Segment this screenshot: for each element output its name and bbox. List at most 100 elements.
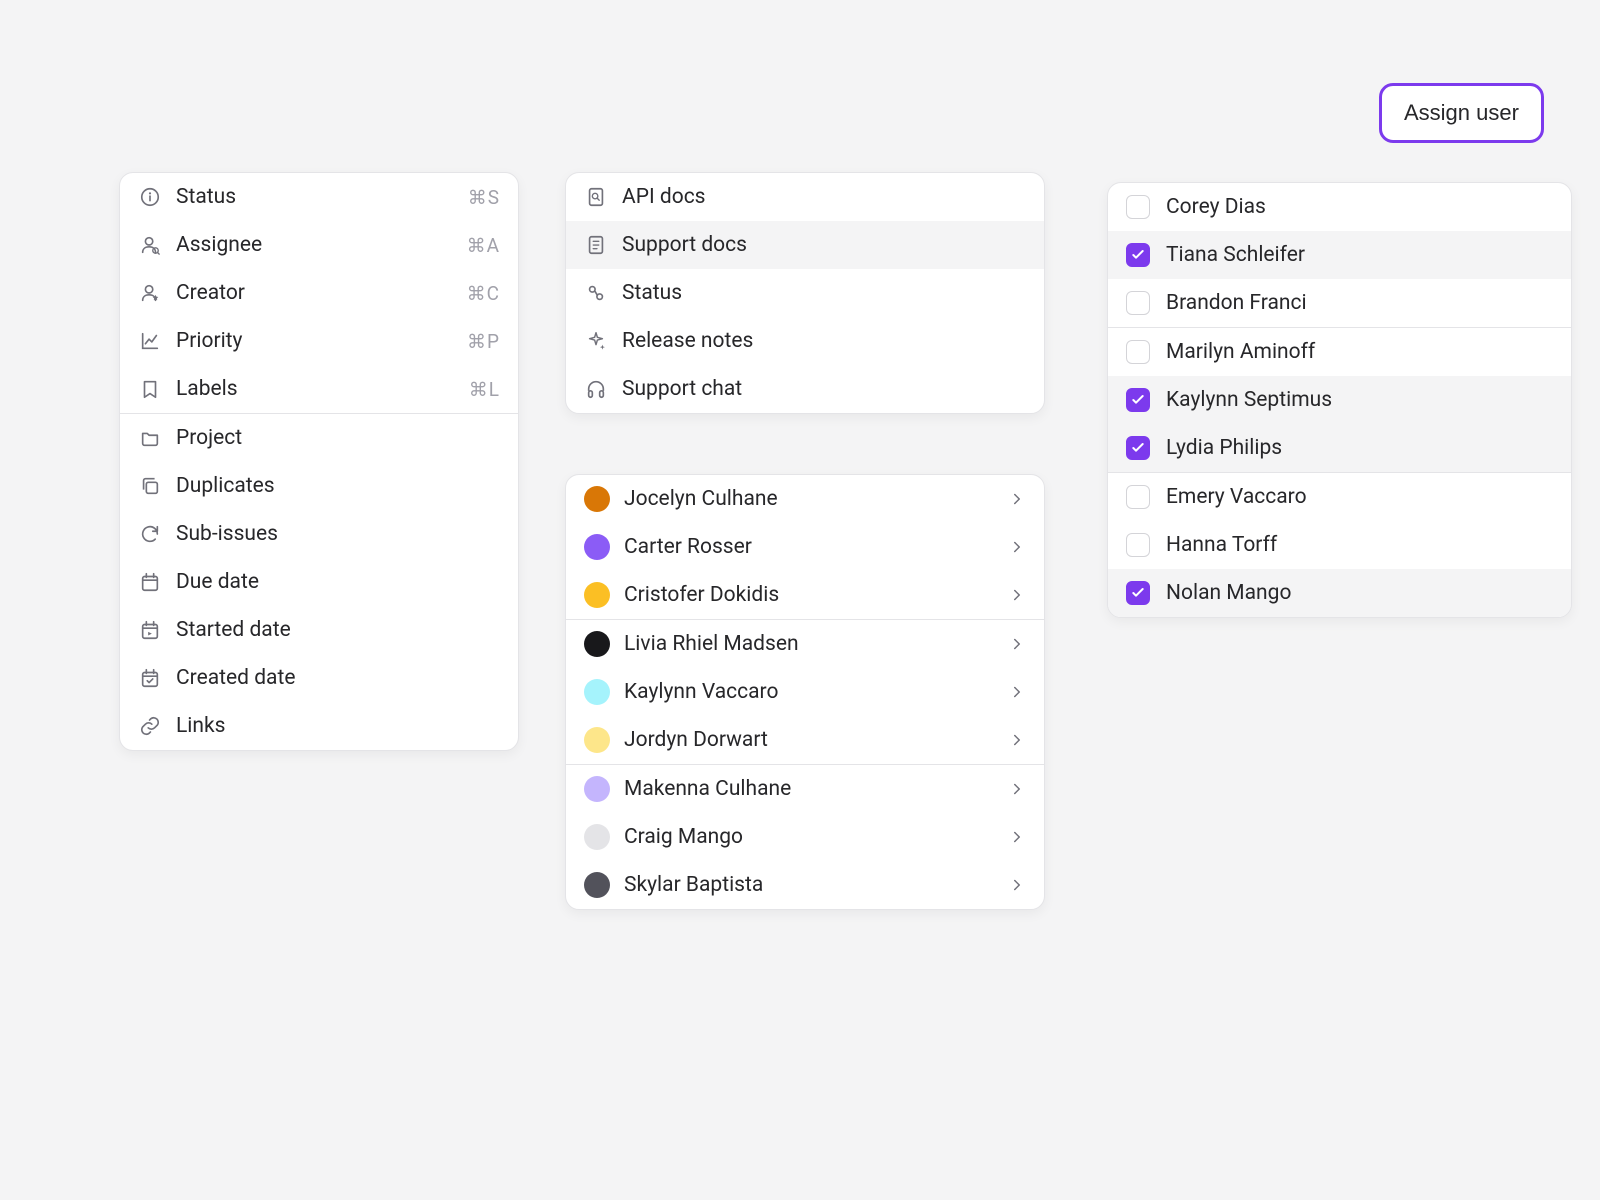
command-label: Duplicates	[176, 474, 500, 498]
chevron-right-icon	[1008, 490, 1026, 508]
checkbox[interactable]	[1126, 291, 1150, 315]
person-item[interactable]: Kaylynn Vaccaro	[566, 668, 1044, 716]
chevron-right-icon	[1008, 780, 1026, 798]
person-name: Jocelyn Culhane	[624, 487, 994, 511]
person-item[interactable]: Jocelyn Culhane	[566, 475, 1044, 523]
checkbox-label: Marilyn Aminoff	[1166, 340, 1553, 364]
avatar	[584, 872, 610, 898]
checkbox-item[interactable]: Marilyn Aminoff	[1108, 328, 1571, 376]
checkbox-label: Brandon Franci	[1166, 291, 1553, 315]
checkbox[interactable]	[1126, 388, 1150, 412]
docs-label: Release notes	[622, 329, 1026, 353]
checkbox-item[interactable]: Nolan Mango	[1108, 569, 1571, 617]
link-icon	[138, 714, 162, 738]
assign-user-button[interactable]: Assign user	[1379, 83, 1544, 143]
checkbox-item[interactable]: Tiana Schleifer	[1108, 231, 1571, 279]
command-item-project[interactable]: Project	[120, 414, 518, 462]
command-item-created-date[interactable]: Created date	[120, 654, 518, 702]
command-item-links[interactable]: Links	[120, 702, 518, 750]
chevron-right-icon	[1008, 538, 1026, 556]
checkbox[interactable]	[1126, 340, 1150, 364]
docs-item-support-chat[interactable]: Support chat	[566, 365, 1044, 413]
chevron-right-icon	[1008, 731, 1026, 749]
doc-search-icon	[584, 185, 608, 209]
docs-panel: API docsSupport docs Status Release notes S…	[565, 172, 1045, 414]
person-item[interactable]: Carter Rosser	[566, 523, 1044, 571]
person-name: Skylar Baptista	[624, 873, 994, 897]
chevron-right-icon	[1008, 828, 1026, 846]
docs-item-support-docs[interactable]: Support docs	[566, 221, 1044, 269]
person-item[interactable]: Makenna Culhane	[566, 765, 1044, 813]
checkbox[interactable]	[1126, 195, 1150, 219]
folder-icon	[138, 426, 162, 450]
command-label: Created date	[176, 666, 500, 690]
checkbox-item[interactable]: Emery Vaccaro	[1108, 473, 1571, 521]
command-item-labels[interactable]: Labels ⌘L	[120, 365, 518, 413]
calendar-start-icon	[138, 618, 162, 642]
keyboard-shortcut: ⌘S	[468, 186, 500, 209]
keyboard-shortcut: ⌘A	[467, 234, 500, 257]
person-item[interactable]: Cristofer Dokidis	[566, 571, 1044, 619]
command-item-started-date[interactable]: Started date	[120, 606, 518, 654]
avatar	[584, 824, 610, 850]
docs-item-status[interactable]: Status	[566, 269, 1044, 317]
chevron-right-icon	[1008, 876, 1026, 894]
checkbox-item[interactable]: Brandon Franci	[1108, 279, 1571, 327]
keyboard-shortcut: ⌘L	[469, 378, 500, 401]
checkbox[interactable]	[1126, 243, 1150, 267]
command-item-duplicates[interactable]: Duplicates	[120, 462, 518, 510]
checkbox[interactable]	[1126, 533, 1150, 557]
command-item-status[interactable]: Status⌘S	[120, 173, 518, 221]
calendar-check-icon	[138, 666, 162, 690]
person-name: Makenna Culhane	[624, 777, 994, 801]
command-label: Started date	[176, 618, 500, 642]
command-item-creator[interactable]: Creator⌘C	[120, 269, 518, 317]
person-item[interactable]: Skylar Baptista	[566, 861, 1044, 909]
command-label: Priority	[176, 329, 453, 353]
command-label: Labels	[176, 377, 455, 401]
checkbox-item[interactable]: Lydia Philips	[1108, 424, 1571, 472]
headphones-icon	[584, 377, 608, 401]
command-label: Project	[176, 426, 500, 450]
person-item[interactable]: Livia Rhiel Madsen	[566, 620, 1044, 668]
command-label: Due date	[176, 570, 500, 594]
person-name: Jordyn Dorwart	[624, 728, 994, 752]
bookmark-icon	[138, 377, 162, 401]
checkbox[interactable]	[1126, 436, 1150, 460]
avatar	[584, 486, 610, 512]
keyboard-shortcut: ⌘P	[467, 330, 500, 353]
command-item-assignee[interactable]: Assignee ⌘A	[120, 221, 518, 269]
checkbox-item[interactable]: Hanna Torff	[1108, 521, 1571, 569]
command-section-secondary: Project Duplicates Sub-issues Due date Start…	[120, 414, 518, 750]
command-item-priority[interactable]: Priority ⌘P	[120, 317, 518, 365]
checkbox[interactable]	[1126, 581, 1150, 605]
command-label: Links	[176, 714, 500, 738]
checkbox[interactable]	[1126, 485, 1150, 509]
checkbox-item[interactable]: Kaylynn Septimus	[1108, 376, 1571, 424]
creator-icon	[138, 281, 162, 305]
command-item-sub-issues[interactable]: Sub-issues	[120, 510, 518, 558]
people-panel: Jocelyn Culhane Carter RosserCristofer Do…	[565, 474, 1045, 910]
checkbox-label: Emery Vaccaro	[1166, 485, 1553, 509]
docs-item-release-notes[interactable]: Release notes	[566, 317, 1044, 365]
copy-icon	[138, 474, 162, 498]
person-item[interactable]: Craig Mango	[566, 813, 1044, 861]
command-label: Sub-issues	[176, 522, 500, 546]
sparkle-icon	[584, 329, 608, 353]
command-label: Assignee	[176, 233, 453, 257]
assignee-icon	[138, 233, 162, 257]
avatar	[584, 679, 610, 705]
docs-label: Status	[622, 281, 1026, 305]
checkbox-label: Lydia Philips	[1166, 436, 1553, 460]
chart-icon	[138, 329, 162, 353]
command-item-due-date[interactable]: Due date	[120, 558, 518, 606]
doc-icon	[584, 233, 608, 257]
chevron-right-icon	[1008, 635, 1026, 653]
chevron-right-icon	[1008, 683, 1026, 701]
checkbox-item[interactable]: Corey Dias	[1108, 183, 1571, 231]
person-item[interactable]: Jordyn Dorwart	[566, 716, 1044, 764]
command-section-primary: Status⌘S Assignee ⌘A Creator⌘C Priority ⌘P Lab…	[120, 173, 518, 413]
calendar-icon	[138, 570, 162, 594]
docs-item-api-docs[interactable]: API docs	[566, 173, 1044, 221]
checkbox-label: Hanna Torff	[1166, 533, 1553, 557]
